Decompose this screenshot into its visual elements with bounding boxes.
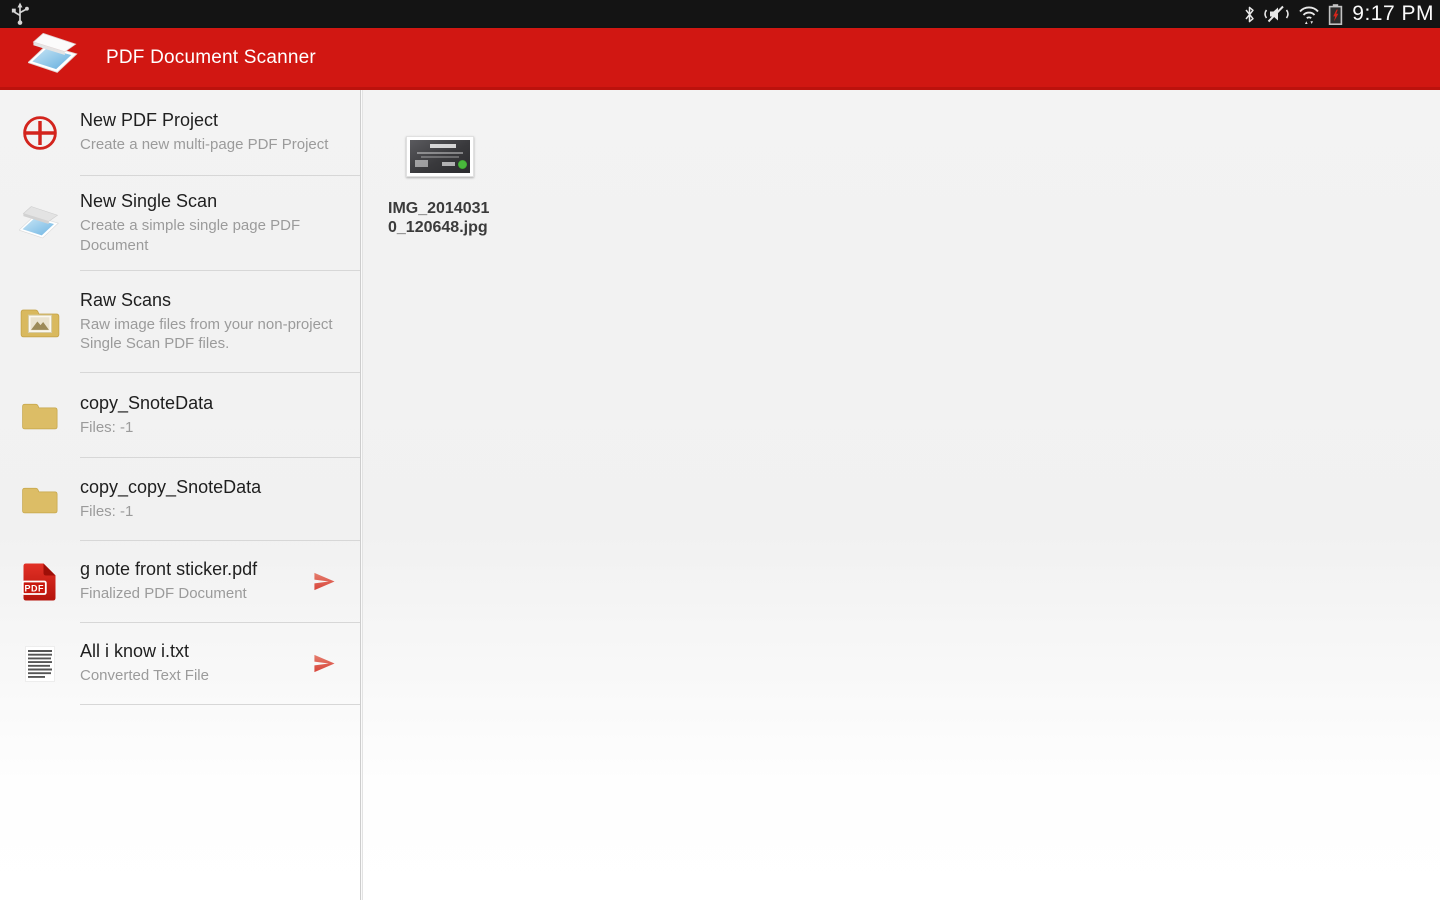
app-header: PDF Document Scanner [0, 28, 1440, 90]
green-dot [458, 160, 467, 169]
sidebar-item-copy-snotedata[interactable]: copy_SnoteData Files: -1 [0, 373, 360, 458]
content-area: New PDF Project Create a new multi-page … [0, 90, 1440, 900]
item-subtitle: Files: -1 [80, 418, 338, 437]
item-title: g note front sticker.pdf [80, 559, 302, 580]
sidebar-item-copy-copy-snotedata[interactable]: copy_copy_SnoteData Files: -1 [0, 458, 360, 541]
file-name: IMG_20140310_120648.jpg [388, 199, 492, 237]
sidebar-item-new-pdf-project[interactable]: New PDF Project Create a new multi-page … [0, 90, 360, 176]
file-item[interactable]: IMG_20140310_120648.jpg [388, 136, 492, 237]
scanner-logo-icon [28, 33, 80, 82]
app-title: PDF Document Scanner [106, 47, 316, 69]
mute-icon [1263, 4, 1290, 24]
pdf-document-scanner-app: 9:17 PM PDF Document Scanner [0, 0, 1440, 900]
pdf-file-icon: PDF [0, 541, 80, 623]
status-bar-right: 9:17 PM [1243, 2, 1434, 26]
status-bar: 9:17 PM [0, 0, 1440, 28]
folder-image-icon [0, 271, 80, 373]
svg-text:PDF: PDF [25, 583, 45, 593]
text-file-icon [0, 623, 80, 705]
item-title: Raw Scans [80, 290, 338, 311]
item-title: New Single Scan [80, 191, 338, 212]
file-grid: IMG_20140310_120648.jpg [363, 90, 1440, 900]
item-subtitle: Converted Text File [80, 666, 302, 685]
item-subtitle: Files: -1 [80, 502, 338, 521]
add-circle-icon [0, 90, 80, 176]
dark-photo-thumbnail [410, 140, 470, 173]
sidebar-item-txt-file[interactable]: All i know i.txt Converted Text File [0, 623, 360, 705]
sidebar-item-raw-scans[interactable]: Raw Scans Raw image files from your non-… [0, 271, 360, 373]
file-thumbnail [406, 136, 474, 177]
wifi-icon [1297, 4, 1321, 25]
battery-icon [1328, 3, 1343, 26]
item-subtitle: Create a simple single page PDF Document [80, 216, 338, 254]
share-icon[interactable] [310, 570, 338, 593]
share-icon[interactable] [310, 652, 338, 675]
item-title: copy_SnoteData [80, 393, 338, 414]
item-title: copy_copy_SnoteData [80, 477, 338, 498]
scanner-icon [0, 176, 80, 271]
item-title: New PDF Project [80, 110, 338, 131]
sidebar: New PDF Project Create a new multi-page … [0, 90, 360, 900]
item-subtitle: Create a new multi-page PDF Project [80, 135, 338, 154]
item-subtitle: Raw image files from your non-project Si… [80, 315, 338, 353]
folder-icon [0, 373, 80, 458]
folder-icon [0, 458, 80, 541]
usb-icon [8, 1, 32, 27]
status-time: 9:17 PM [1350, 2, 1434, 26]
sidebar-item-new-single-scan[interactable]: New Single Scan Create a simple single p… [0, 176, 360, 271]
item-subtitle: Finalized PDF Document [80, 584, 302, 603]
bluetooth-icon [1243, 5, 1256, 24]
sidebar-item-pdf-file[interactable]: PDF g note front sticker.pdf Finalized P… [0, 541, 360, 623]
item-title: All i know i.txt [80, 641, 302, 662]
